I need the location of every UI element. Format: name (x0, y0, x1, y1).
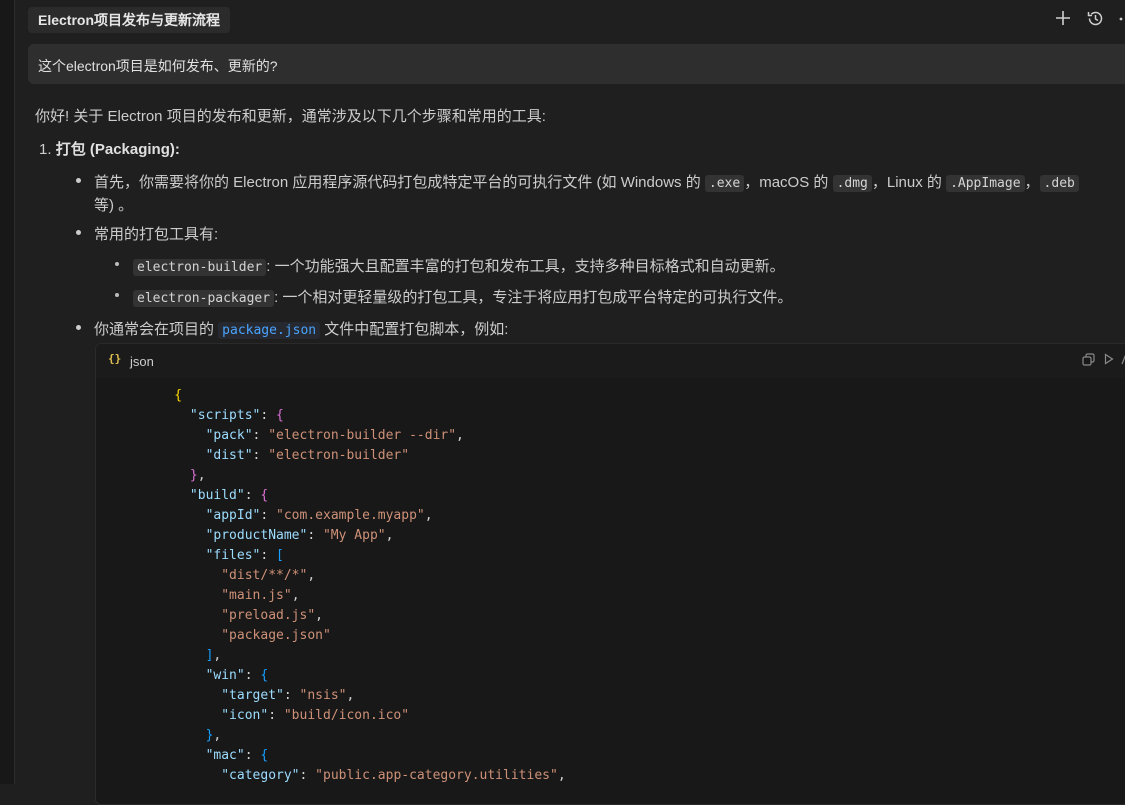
activity-bar (0, 0, 15, 784)
sub-bullet-text: : 一个相对更轻量级的打包工具，专注于将应用打包成平台特定的可执行文件。 (274, 289, 793, 306)
sub-bullet-electron-packager: electron-packager: 一个相对更轻量级的打包工具，专注于将应用打… (133, 286, 792, 307)
code-line: "appId": "com.example.myapp", (205, 508, 433, 523)
code-line: ], (205, 648, 222, 663)
code-line: "target": "nsis", (221, 688, 355, 703)
bullet-dot (76, 178, 81, 183)
sub-bullet-dot (115, 293, 119, 297)
sub-bullet-text: : 一个功能强大且配置丰富的打包和发布工具，支持多种目标格式和自动更新。 (266, 258, 785, 275)
code-line: "package.json" (221, 628, 331, 643)
apply-icon[interactable] (1120, 352, 1125, 369)
inline-code-dmg: .dmg (832, 175, 872, 192)
chat-title-tab[interactable]: Electron项目发布与更新流程 (28, 7, 231, 33)
plus-icon[interactable] (1054, 9, 1072, 31)
bullet-text: 文件中配置打包脚本，例如: (320, 321, 509, 338)
code-line: "scripts": { (189, 408, 284, 423)
inline-code-electron-packager: electron-packager (133, 290, 275, 307)
bullet-dot (76, 325, 81, 330)
code-line: "dist/**/*", (221, 568, 316, 583)
bullet-text: ，Linux 的 (871, 174, 947, 191)
code-line: }, (189, 468, 206, 483)
inline-code-exe: .exe (704, 175, 745, 192)
braces-icon: {} (108, 352, 122, 365)
code-block-header: {} json (96, 344, 1125, 378)
sub-bullet-dot (115, 262, 119, 266)
bullet-tools-heading: 常用的打包工具有: (94, 226, 219, 243)
bullet-dot (76, 230, 81, 235)
user-message: 这个electron项目是如何发布、更新的? (28, 44, 1125, 84)
code-line: "main.js", (221, 588, 300, 603)
code-line: "category": "public.app-category.utiliti… (221, 768, 566, 783)
chat-header: Electron项目发布与更新流程 (14, 0, 1125, 40)
bullet-packaging-intro: 首先，你需要将你的 Electron 应用程序源代码打包成特定平台的可执行文件 … (94, 171, 1079, 192)
answer-intro: 你好! 关于 Electron 项目的发布和更新，通常涉及以下几个步骤和常用的工… (35, 108, 546, 125)
sub-bullet-electron-builder: electron-builder: 一个功能强大且配置丰富的打包和发布工具，支持… (133, 255, 785, 276)
history-icon[interactable] (1086, 9, 1105, 32)
bullet-text: ， (1024, 174, 1040, 191)
bullet-text: 首先，你需要将你的 Electron 应用程序源代码打包成特定平台的可执行文件 … (94, 174, 705, 191)
more-icon[interactable] (1117, 11, 1125, 31)
code-line: "win": { (205, 668, 269, 683)
code-block: {} json { "scripts": { "pack": "electron… (95, 343, 1125, 805)
run-icon[interactable] (1104, 353, 1114, 368)
copy-icon[interactable] (1082, 353, 1095, 369)
section-title: 打包 (Packaging): (55, 141, 180, 158)
code-line: "preload.js", (221, 608, 323, 623)
bullet-text: 你通常会在项目的 (94, 321, 219, 338)
code-line: "files": [ (205, 548, 284, 563)
bullet-package-json: 你通常会在项目的 package.json 文件中配置打包脚本，例如: (94, 318, 508, 339)
code-line: "dist": "electron-builder" (205, 448, 410, 463)
section-number: 1. (39, 141, 52, 158)
inline-code-electron-builder: electron-builder (133, 259, 267, 276)
bullet-continuation: 等) 。 (94, 197, 134, 214)
code-line: }, (205, 728, 222, 743)
code-line: "build": { (189, 488, 269, 503)
bullet-text: ，macOS 的 (744, 174, 833, 191)
inline-code-deb: .deb (1039, 175, 1079, 192)
section-heading: 1. 打包 (Packaging): (39, 138, 180, 159)
code-line: "productName": "My App", (205, 528, 394, 543)
code-line: "icon": "build/icon.ico" (221, 708, 410, 723)
code-line: { (174, 388, 183, 403)
code-line: "mac": { (205, 748, 269, 763)
code-line: "pack": "electron-builder --dir", (205, 428, 464, 443)
user-message-text: 这个electron项目是如何发布、更新的? (38, 58, 278, 74)
inline-code-appimage: .AppImage (946, 175, 1025, 192)
inline-code-package-json[interactable]: package.json (218, 322, 321, 339)
code-language-label: json (130, 354, 154, 369)
